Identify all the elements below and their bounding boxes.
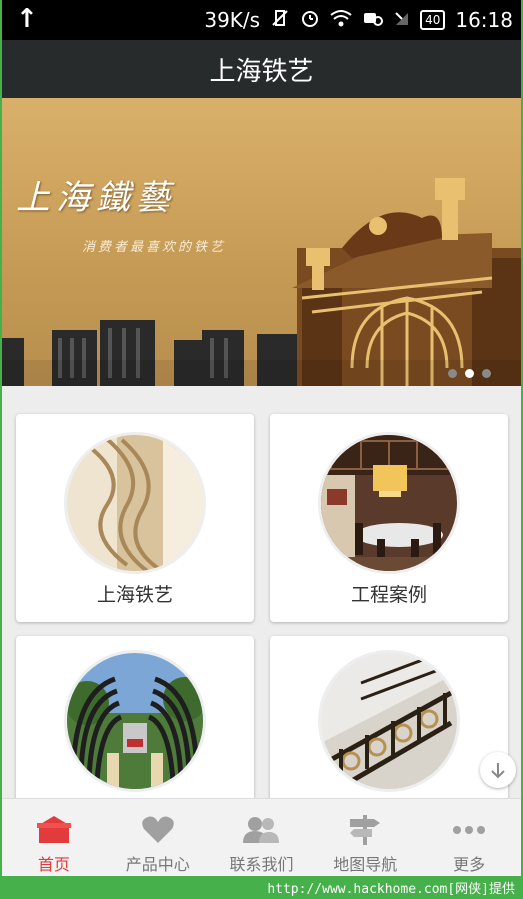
app-title: 上海铁艺 xyxy=(2,40,521,98)
vibrate-off-icon xyxy=(270,8,290,33)
arrow-down-icon xyxy=(491,763,505,779)
carousel-dot-active[interactable] xyxy=(465,369,474,378)
scroll-down-button[interactable] xyxy=(480,752,516,788)
home-icon xyxy=(36,815,71,849)
watermark-footer: http://www.hackhome.com[网侠]提供 xyxy=(0,876,523,899)
network-speed: 39K/s xyxy=(204,8,261,32)
app-frame: ↑ 39K/s 40 16:18 上海铁艺 上海鐵藝 消费者最喜欢的铁艺 上海铁… xyxy=(0,0,523,876)
carousel-indicator xyxy=(448,369,491,378)
map-signpost-icon xyxy=(348,815,382,849)
status-right: 39K/s 40 16:18 xyxy=(204,0,513,40)
carousel-dot[interactable] xyxy=(448,369,457,378)
card-label: 上海铁艺 xyxy=(96,584,173,606)
tab-map-navigation[interactable]: 地图导航 xyxy=(313,799,417,876)
tab-label: 产品中心 xyxy=(125,855,190,874)
more-dots-icon xyxy=(452,815,486,849)
battery-level: 40 xyxy=(420,10,446,30)
bottom-tab-bar: 首页 产品中心 联系我们 地图导航 更多 xyxy=(2,798,521,876)
tab-product-center[interactable]: 产品中心 xyxy=(106,799,210,876)
heart-icon xyxy=(141,815,175,849)
banner-subtitle: 消费者最喜欢的铁艺 xyxy=(82,240,227,255)
contacts-icon xyxy=(243,815,280,849)
card-thumbnail xyxy=(64,432,206,574)
tab-label: 首页 xyxy=(37,855,70,874)
carousel-dot[interactable] xyxy=(482,369,491,378)
alarm-icon xyxy=(300,8,320,33)
tab-label: 更多 xyxy=(453,855,486,874)
card-label: 工程案例 xyxy=(350,584,427,606)
sim-signal-icon xyxy=(362,8,384,33)
tab-label: 联系我们 xyxy=(229,855,294,874)
card-shanghai-ironwork[interactable]: 上海铁艺 xyxy=(16,414,254,622)
card-thumbnail xyxy=(318,650,460,792)
banner-carousel[interactable]: 上海鐵藝 消费者最喜欢的铁艺 xyxy=(2,98,521,386)
banner-artwork xyxy=(2,178,521,386)
banner-title: 上海鐵藝 xyxy=(16,178,176,218)
tab-label: 地图导航 xyxy=(333,855,398,874)
upload-arrow-icon: ↑ xyxy=(16,4,38,34)
signal-off-icon xyxy=(394,8,410,33)
card-thumbnail xyxy=(318,432,460,574)
status-time: 16:18 xyxy=(455,8,513,32)
tab-contact-us[interactable]: 联系我们 xyxy=(210,799,314,876)
wifi-icon xyxy=(330,8,352,33)
status-bar: ↑ 39K/s 40 16:18 xyxy=(2,0,521,40)
tab-home[interactable]: 首页 xyxy=(2,799,106,876)
card-thumbnail xyxy=(64,650,206,792)
card-engineering-cases[interactable]: 工程案例 xyxy=(270,414,508,622)
watermark-text: http://www.hackhome.com[网侠]提供 xyxy=(267,882,515,897)
tab-more[interactable]: 更多 xyxy=(417,799,521,876)
